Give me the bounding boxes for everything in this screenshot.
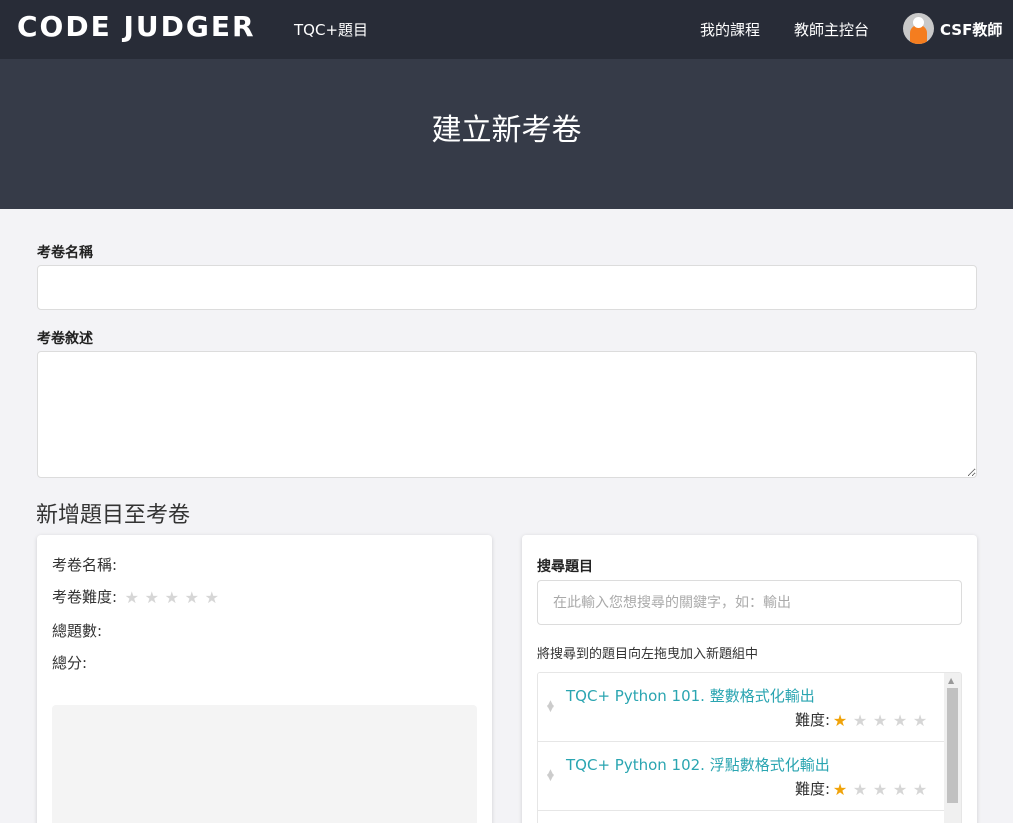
star-icon: ★ [184, 588, 200, 607]
scroll-thumb[interactable] [947, 688, 958, 803]
exam-name-label: 考卷名稱 [37, 245, 93, 261]
star-icon: ★ [832, 780, 848, 799]
star-icon: ★ [164, 588, 180, 607]
summary-difficulty-label: 考卷難度: [52, 588, 118, 606]
scroll-up-arrow-icon[interactable]: ▲ [948, 676, 954, 685]
result-title-link[interactable]: TQC+ Python 102. 浮點數格式化輸出 [566, 754, 830, 775]
result-difficulty-label: 難度: [794, 711, 830, 729]
star-icon: ★ [832, 711, 848, 730]
page-banner: 建立新考卷 [0, 59, 1013, 209]
result-title-link[interactable]: TQC+ Python 101. 整數格式化輸出 [566, 685, 815, 706]
user-avatar-icon[interactable] [903, 13, 934, 44]
result-difficulty-label: 難度: [794, 780, 830, 798]
summary-total-count-label: 總題數: [52, 622, 103, 640]
result-list-scrollbar[interactable]: ▲ [944, 673, 961, 823]
search-result-list: ▲ ▼ TQC+ Python 102. 浮點數格式化輸出 難度: ★ ★ ★ ★ ★ ▲ ▼ TQC… [537, 672, 962, 823]
summary-difficulty: 考卷難度: ★ ★ ★ ★ ★ [52, 586, 222, 607]
page-title: 建立新考卷 [431, 113, 582, 148]
search-label: 搜尋題目 [537, 559, 593, 575]
search-result-item[interactable]: ▲ ▼ TQC+ Python 101. 整數格式化輸出 難度: ★ ★ ★ ★ ★ [538, 673, 945, 742]
top-navbar: CODE JUDGER TQC+題目 我的課程 教師主控台 CSF教師 [0, 0, 1013, 59]
summary-name-label: 考卷名稱: [52, 556, 118, 574]
star-icon: ★ [852, 780, 868, 799]
nav-user-name[interactable]: CSF教師 [940, 19, 1002, 40]
difficulty-stars: ★ ★ ★ ★ ★ [830, 780, 930, 799]
search-result-item[interactable]: ▲ ▼ TQC+ Python 102. 浮點數格式化輸出 難度: ★ ★ ★ ★ ★ [538, 742, 945, 811]
question-drop-area[interactable] [52, 705, 477, 823]
star-icon: ★ [892, 780, 908, 799]
nav-my-courses[interactable]: 我的課程 [700, 19, 760, 40]
star-icon: ★ [204, 588, 220, 607]
drag-handle-icon[interactable]: ▲ ▼ [547, 700, 554, 714]
search-card: 搜尋題目 將搜尋到的題目向左拖曳加入新題組中 ▲▼ TQC+ Python 102… [522, 535, 977, 823]
exam-description-input[interactable] [37, 351, 977, 478]
star-icon: ★ [144, 588, 160, 607]
exam-description-label: 考卷敘述 [37, 331, 93, 347]
star-icon: ★ [912, 780, 928, 799]
nav-tqc-questions[interactable]: TQC+題目 [294, 19, 368, 40]
exam-name-input[interactable] [37, 265, 977, 310]
difficulty-stars: ★ ★ ★ ★ ★ [830, 711, 930, 730]
star-icon: ★ [912, 711, 928, 730]
drag-handle-icon[interactable]: ▲ ▼ [547, 769, 554, 783]
result-difficulty: 難度: ★ ★ ★ ★ ★ [795, 778, 930, 799]
drag-hint-text: 將搜尋到的題目向左拖曳加入新題組中 [537, 647, 759, 662]
star-icon: ★ [872, 780, 888, 799]
section-title: 新增題目至考卷 [36, 503, 191, 528]
star-icon: ★ [852, 711, 868, 730]
difficulty-stars: ★ ★ ★ ★ ★ [122, 588, 222, 607]
star-icon: ★ [892, 711, 908, 730]
star-icon: ★ [872, 711, 888, 730]
search-input[interactable] [537, 580, 962, 625]
star-icon: ★ [124, 588, 140, 607]
nav-teacher-console[interactable]: 教師主控台 [794, 19, 869, 40]
exam-summary-card: 考卷名稱: 考卷難度: ★ ★ ★ ★ ★ 總題數: 總分: [37, 535, 492, 823]
site-logo[interactable]: CODE JUDGER [17, 10, 256, 43]
summary-total-score-label: 總分: [52, 654, 88, 672]
result-difficulty: 難度: ★ ★ ★ ★ ★ [795, 709, 930, 730]
